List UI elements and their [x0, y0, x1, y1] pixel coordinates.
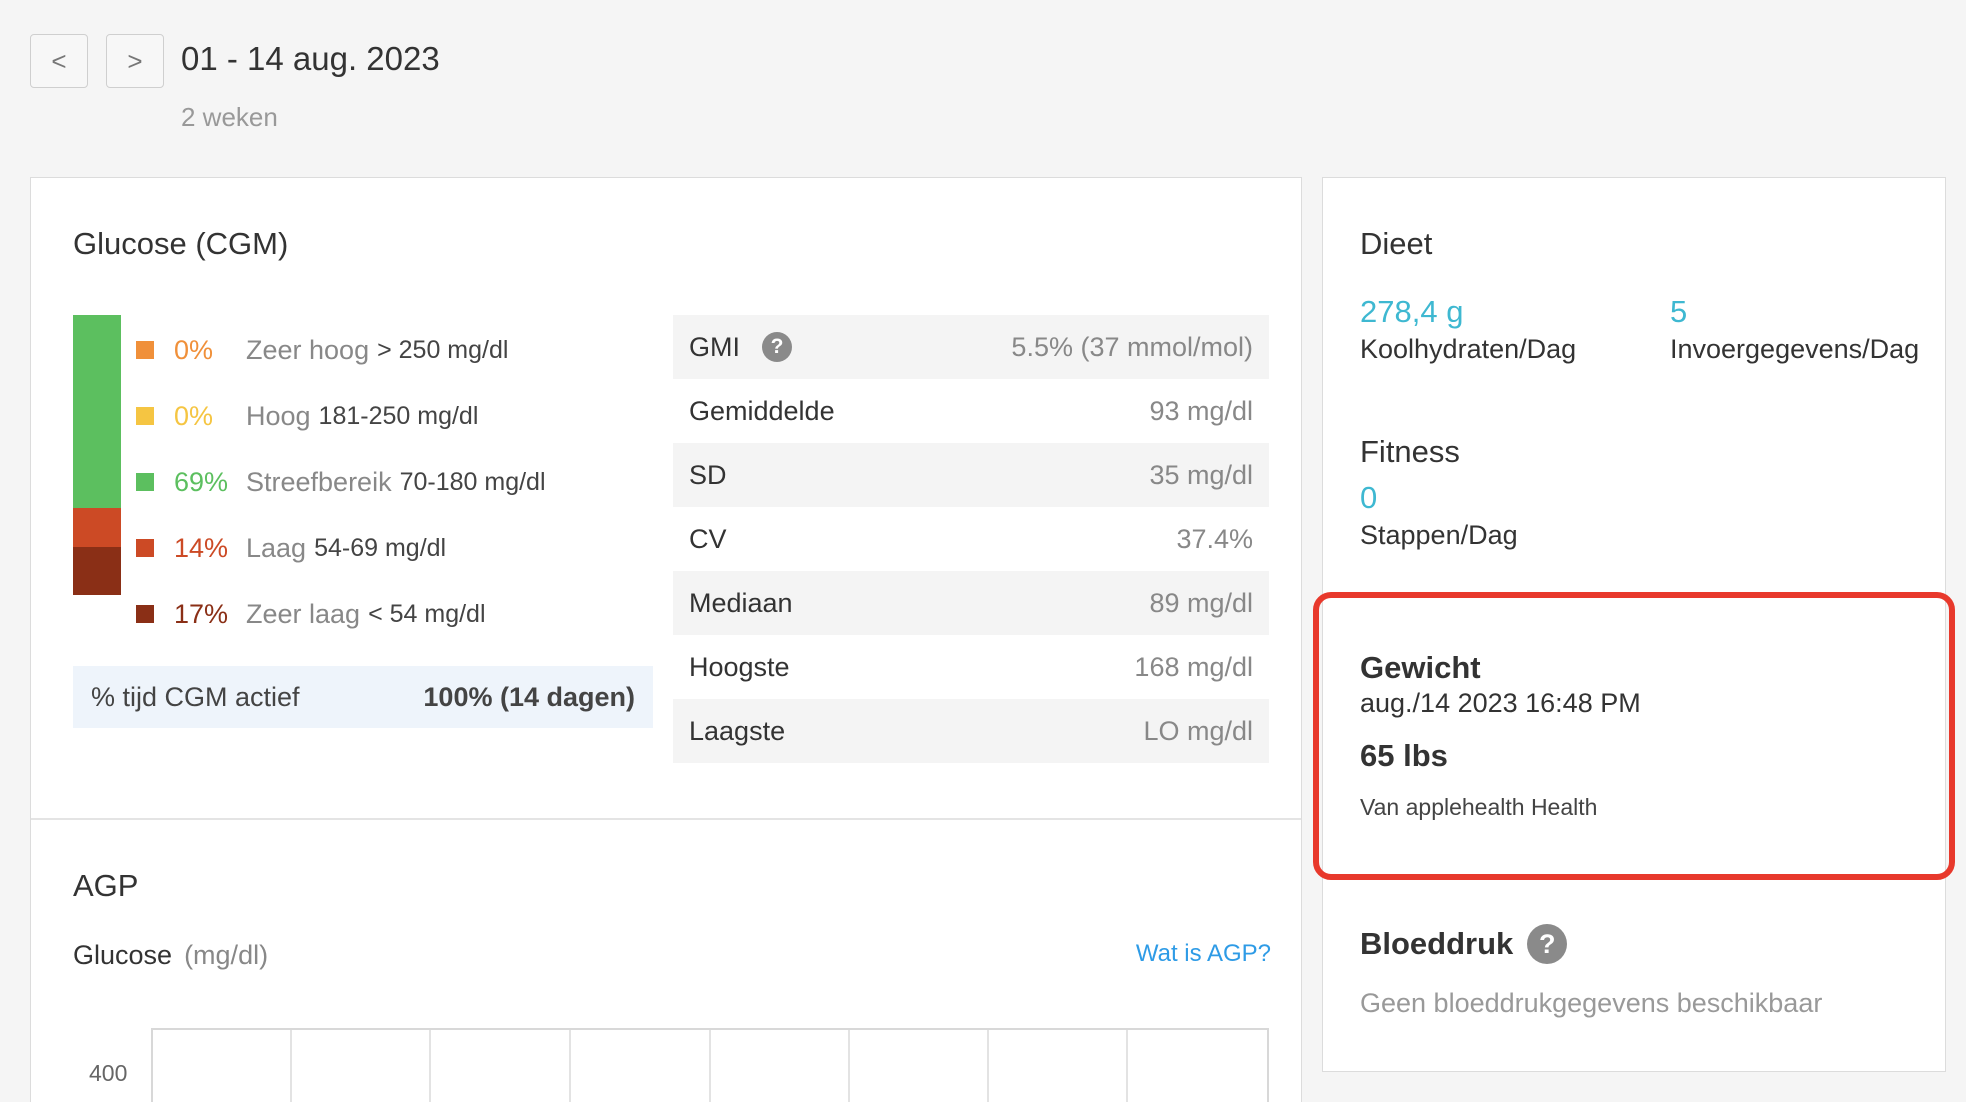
steps-label: Stappen/Dag [1360, 520, 1518, 550]
grid-line [569, 1030, 571, 1102]
weight-highlight-frame [1313, 592, 1955, 880]
legend-target: 69% Streefbereik 70-180 mg/dl [136, 462, 546, 502]
steps-value: 0 [1360, 480, 1378, 515]
stat-value: LO mg/dl [1143, 715, 1253, 746]
weight-source: Van applehealth Health [1360, 794, 1598, 820]
time-in-range-bar [73, 315, 121, 595]
tir-segment-very-low [73, 547, 121, 595]
legend-range: 54-69 mg/dl [314, 533, 447, 562]
stat-label: GMI [689, 331, 740, 362]
legend-high: 0% Hoog 181-250 mg/dl [136, 396, 478, 436]
legend-name: Hoog [246, 400, 311, 431]
help-icon[interactable]: ? [762, 332, 792, 362]
stat-value: 35 mg/dl [1149, 459, 1253, 490]
stat-value: 93 mg/dl [1149, 395, 1253, 426]
cgm-active-summary: % tijd CGM actief 100% (14 dagen) [73, 666, 653, 728]
tir-segment-low [73, 508, 121, 547]
stat-value: 37.4% [1176, 523, 1253, 554]
section-divider [31, 818, 1301, 820]
grid-line [429, 1030, 431, 1102]
stat-row-gmi: GMI? 5.5% (37 mmol/mol) [673, 315, 1269, 379]
stat-label: CV [689, 523, 727, 554]
legend-name: Streefbereik [246, 466, 392, 497]
date-range-title: 01 - 14 aug. 2023 [181, 40, 440, 77]
previous-period-button[interactable]: < [30, 34, 88, 88]
legend-percentage: 0% [174, 334, 214, 365]
stat-label: Mediaan [689, 587, 793, 618]
tir-segment-target [73, 315, 121, 508]
agp-title: AGP [73, 868, 139, 903]
legend-range: < 54 mg/dl [368, 599, 486, 628]
grid-line [848, 1030, 850, 1102]
stat-value: 5.5% (37 mmol/mol) [1011, 331, 1253, 362]
weight-date: aug./14 2023 16:48 PM [1360, 688, 1641, 718]
legend-swatch [136, 605, 154, 623]
legend-swatch [136, 407, 154, 425]
agp-y-tick: 400 [89, 1060, 128, 1086]
blood-pressure-title: Bloeddruk [1360, 926, 1514, 961]
blood-pressure-header: Bloeddruk ? [1360, 924, 1568, 964]
stat-label: Hoogste [689, 651, 790, 682]
carbs-label: Koolhydraten/Dag [1360, 334, 1577, 364]
legend-very-low: 17% Zeer laag < 54 mg/dl [136, 594, 486, 634]
agp-subtitle: Glucose (mg/dl) [73, 940, 268, 971]
legend-range: 70-180 mg/dl [399, 467, 546, 496]
agp-unit: (mg/dl) [184, 940, 269, 970]
grid-line [987, 1030, 989, 1102]
legend-percentage: 14% [174, 532, 229, 563]
stat-row-cv: CV 37.4% [673, 507, 1269, 571]
stat-label: SD [689, 459, 727, 490]
stat-row-highest: Hoogste 168 mg/dl [673, 635, 1269, 699]
glucose-title: Glucose (CGM) [73, 226, 289, 261]
agp-chart-grid [151, 1028, 1269, 1102]
legend-low: 14% Laag 54-69 mg/dl [136, 528, 446, 568]
stat-value: 168 mg/dl [1134, 651, 1253, 682]
legend-name: Zeer hoog [246, 334, 370, 365]
glucose-card: Glucose (CGM) 0% Zeer hoog > 250 mg/dl 0… [30, 177, 1302, 1102]
help-icon[interactable]: ? [1527, 924, 1568, 964]
fitness-title: Fitness [1360, 434, 1460, 469]
diet-title: Dieet [1360, 226, 1433, 261]
stat-value: 89 mg/dl [1149, 587, 1253, 618]
legend-name: Laag [246, 532, 307, 563]
legend-swatch [136, 539, 154, 557]
stat-row-mean: Gemiddelde 93 mg/dl [673, 379, 1269, 443]
legend-percentage: 0% [174, 400, 214, 431]
legend-very-high: 0% Zeer hoog > 250 mg/dl [136, 330, 508, 370]
legend-name: Zeer laag [246, 598, 361, 629]
stat-row-median: Mediaan 89 mg/dl [673, 571, 1269, 635]
legend-range: 181-250 mg/dl [318, 401, 479, 430]
what-is-agp-link[interactable]: Wat is AGP? [1136, 940, 1271, 968]
legend-percentage: 69% [174, 466, 229, 497]
stat-row-lowest: Laagste LO mg/dl [673, 699, 1269, 763]
period-length: 2 weken [181, 102, 278, 132]
blood-pressure-empty-message: Geen bloeddrukgegevens beschikbaar [1360, 988, 1823, 1018]
entries-label: Invoergegevens/Dag [1670, 334, 1920, 364]
cgm-active-label: % tijd CGM actief [91, 681, 300, 712]
grid-line [709, 1030, 711, 1102]
carbs-value: 278,4 g [1360, 294, 1464, 329]
agp-subtitle-label: Glucose [73, 940, 173, 970]
legend-swatch [136, 341, 154, 359]
next-period-button[interactable]: > [106, 34, 164, 88]
weight-title: Gewicht [1360, 650, 1481, 685]
stat-row-sd: SD 35 mg/dl [673, 443, 1269, 507]
grid-line [290, 1030, 292, 1102]
grid-line [1126, 1030, 1128, 1102]
stat-label: Gemiddelde [689, 395, 835, 426]
glucose-stats-table: GMI? 5.5% (37 mmol/mol) Gemiddelde 93 mg… [673, 315, 1269, 763]
cgm-active-value: 100% (14 dagen) [423, 681, 635, 712]
entries-value: 5 [1670, 294, 1688, 329]
legend-range: > 250 mg/dl [377, 335, 509, 364]
legend-percentage: 17% [174, 598, 229, 629]
stat-label: Laagste [689, 715, 786, 746]
weight-value: 65 lbs [1360, 738, 1448, 773]
legend-swatch [136, 473, 154, 491]
